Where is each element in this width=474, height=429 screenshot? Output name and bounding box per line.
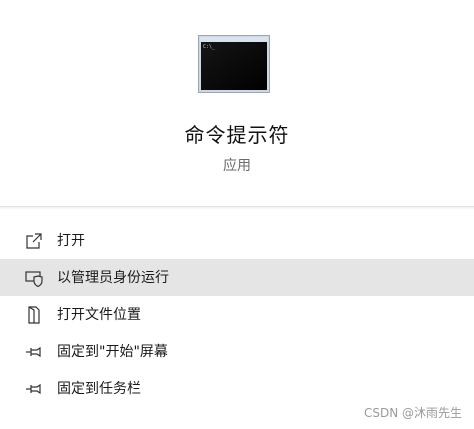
menu-item-label: 以管理员身份运行 [57,270,169,286]
menu-item-label: 固定到"开始"屏幕 [57,344,168,360]
context-menu: 打开 以管理员身份运行 打开文件位置 固定到"开始"屏幕 固定到任务栏 [0,222,474,407]
menu-item-run-as-admin[interactable]: 以管理员身份运行 [0,259,474,296]
pin-icon [24,342,44,362]
command-prompt-icon: C:\_ [198,35,270,93]
menu-item-label: 打开文件位置 [57,307,141,323]
menu-item-open[interactable]: 打开 [0,222,474,259]
menu-item-pin-to-taskbar[interactable]: 固定到任务栏 [0,370,474,407]
svg-text:C:\_: C:\_ [203,44,216,50]
menu-item-label: 固定到任务栏 [57,381,141,397]
file-location-icon [24,305,44,325]
open-icon [24,231,44,251]
watermark: CSDN @沐雨先生 [363,406,462,420]
app-header: C:\_ 命令提示符 应用 [0,0,474,206]
app-title: 命令提示符 [184,123,290,147]
divider-shadow [0,207,474,210]
menu-item-label: 打开 [57,233,85,249]
app-type-label: 应用 [223,158,251,174]
menu-item-pin-to-start[interactable]: 固定到"开始"屏幕 [0,333,474,370]
admin-shield-icon [24,268,44,288]
pin-icon [24,379,44,399]
menu-item-open-file-location[interactable]: 打开文件位置 [0,296,474,333]
